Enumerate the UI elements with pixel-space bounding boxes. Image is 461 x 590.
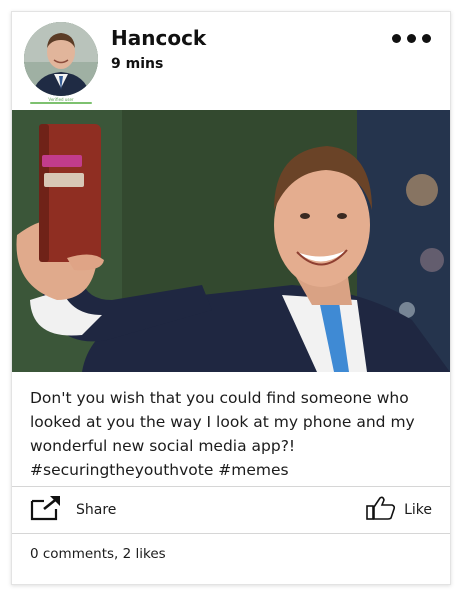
post-photo[interactable] bbox=[12, 110, 450, 372]
thumbs-up-icon bbox=[366, 495, 396, 525]
post-card: Verified user Hancock 9 mins Don't you w… bbox=[11, 11, 451, 585]
like-button[interactable]: Like bbox=[366, 495, 432, 525]
author-name[interactable]: Hancock bbox=[111, 26, 206, 50]
post-caption: Don't you wish that you could find someo… bbox=[30, 386, 440, 482]
post-time: 9 mins bbox=[111, 56, 164, 72]
post-stats[interactable]: 0 comments, 2 likes bbox=[30, 546, 166, 562]
post-header: Verified user Hancock 9 mins bbox=[12, 12, 450, 110]
verified-underline bbox=[30, 102, 92, 104]
more-options-icon[interactable] bbox=[392, 28, 434, 46]
share-icon bbox=[30, 495, 62, 525]
avatar[interactable] bbox=[24, 22, 98, 96]
like-label: Like bbox=[404, 502, 432, 518]
caption-text: Don't you wish that you could find someo… bbox=[30, 389, 415, 455]
share-button[interactable]: Share bbox=[30, 495, 116, 525]
share-label: Share bbox=[76, 502, 117, 518]
action-bar: Share Like bbox=[12, 486, 450, 534]
hashtags[interactable]: #securingtheyouthvote #memes bbox=[30, 458, 440, 482]
